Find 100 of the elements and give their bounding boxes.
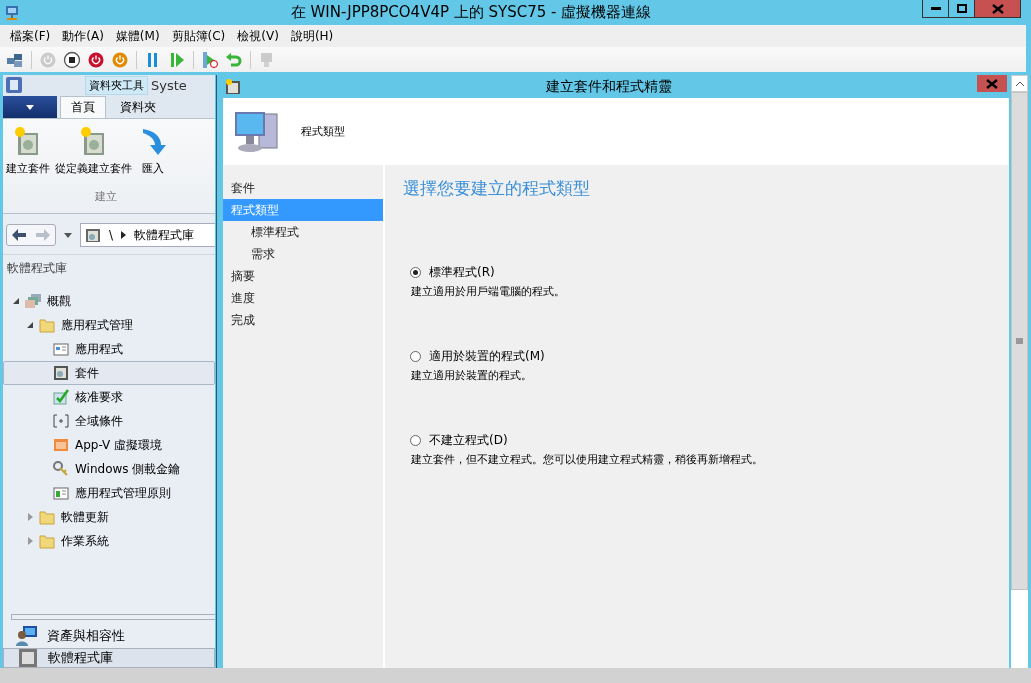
ribbon-button[interactable]: 從定義建立套件 [54, 125, 133, 189]
tree-item[interactable]: 核准要求 [3, 385, 215, 409]
breadcrumb-item[interactable]: \ [109, 228, 114, 242]
workspace-button[interactable]: 軟體程式庫 [3, 648, 215, 668]
address-bar[interactable]: \ 軟體程式庫 [80, 223, 215, 247]
page-heading: 選擇您要建立的程式類型 [403, 177, 591, 200]
radio-option[interactable]: 適用於裝置的程式(M) [403, 346, 991, 366]
package-icon [85, 227, 101, 243]
wizard-step: 套件 [223, 177, 383, 199]
back-arrow-icon [11, 228, 27, 242]
stop-icon [63, 50, 81, 69]
tree-item[interactable]: 軟體更新 [3, 505, 215, 529]
tree-label: 作業系統 [60, 532, 109, 550]
tree-item[interactable]: 全域條件 [3, 409, 215, 433]
forward-arrow-icon [35, 228, 51, 242]
tree-label: 應用程式 [74, 340, 123, 358]
section-title: 軟體程式庫 [3, 254, 215, 281]
radio-option[interactable]: 不建立程式(D) [403, 430, 991, 450]
tree-label: Windows 側載金鑰 [74, 460, 181, 478]
play-icon [168, 50, 186, 69]
ribbon-tab[interactable]: 首頁 [60, 96, 106, 118]
package-icon [16, 646, 40, 668]
group-label: 建立 [93, 189, 118, 204]
maximize-icon [956, 3, 967, 14]
ribbon-button[interactable]: 匯入 [136, 125, 170, 189]
tree-item[interactable]: 套件 [3, 361, 215, 385]
radio-button[interactable] [410, 434, 421, 446]
wizard-step: 需求 [223, 243, 383, 265]
wizard-step: 程式類型 [223, 199, 383, 221]
folder-icon [39, 533, 55, 549]
option-description: 建立適用於裝置的程式。 [410, 368, 533, 383]
caret-icon [64, 232, 72, 238]
menu-item[interactable]: 動作(A) [56, 27, 110, 45]
power-icon [39, 50, 57, 69]
tree-label: 應用程式管理原則 [74, 484, 171, 502]
person-computer-icon [15, 624, 39, 648]
menu-item[interactable]: 媒體(M) [109, 27, 166, 45]
ribbon-button[interactable]: 建立套件 [5, 125, 51, 189]
caret-icon [26, 104, 34, 110]
menu-item[interactable]: 檢視(V) [231, 27, 285, 45]
close-button[interactable] [975, 0, 1020, 17]
wizard-step: 完成 [223, 309, 383, 331]
window-icon [53, 485, 69, 501]
undo-arrow-icon [225, 50, 243, 69]
option-description: 建立適用於用戶端電腦的程式。 [410, 284, 566, 299]
option-description: 建立套件，但不建立程式。您可以使用建立程式精靈，稍後再新增程式。 [410, 452, 764, 467]
stacked-windows-icon [25, 293, 41, 309]
key-icon [53, 461, 69, 477]
play-clock-icon [201, 50, 219, 69]
tree-item[interactable]: App-V 虛擬環境 [3, 433, 215, 457]
menu-item[interactable]: 說明(H) [284, 27, 340, 45]
tree-item[interactable]: 應用程式 [3, 337, 215, 361]
folder-icon [39, 509, 55, 525]
close-icon [991, 3, 1004, 14]
ribbon-tab[interactable]: 資料夾 [109, 96, 167, 118]
arrow-right-icon [121, 231, 127, 239]
chevron-up-icon [1015, 81, 1024, 86]
breadcrumb-item[interactable]: 軟體程式庫 [134, 226, 195, 244]
tree-label: 核准要求 [74, 388, 123, 406]
scrollbar-thumb[interactable] [1011, 92, 1028, 590]
package-icon [53, 365, 69, 381]
folder-icon [39, 317, 55, 333]
brackets-icon [53, 413, 69, 429]
tree-item[interactable]: Windows 側載金鑰 [3, 457, 215, 481]
menu-item[interactable]: 剪貼簿(C) [165, 27, 232, 45]
menu-item[interactable]: 檔案(F) [4, 27, 57, 45]
workspace-button[interactable]: 資產與相容性 [3, 624, 215, 648]
tree-label: 軟體更新 [60, 508, 109, 526]
expanded-arrow-icon [13, 298, 19, 304]
collapsed-arrow-icon [27, 537, 33, 545]
tree-item[interactable]: 概觀 [3, 289, 215, 313]
page-title: 程式類型 [301, 124, 345, 139]
power-icon [87, 50, 105, 69]
tree-item[interactable]: 應用程式管理 [3, 313, 215, 337]
radio-button[interactable] [410, 350, 421, 362]
wizard-step: 進度 [223, 287, 383, 309]
tree-label: 全域條件 [74, 412, 123, 430]
tree-label: App-V 虛擬環境 [74, 436, 163, 454]
expanded-arrow-icon [27, 322, 33, 328]
scroll-up-button[interactable] [1011, 75, 1028, 92]
contextual-tab[interactable]: 資料夾工具 [85, 75, 148, 95]
tree-label: 概觀 [46, 292, 71, 310]
checkmark-icon [53, 389, 69, 405]
package-icon [225, 78, 241, 95]
radio-button[interactable] [410, 266, 421, 278]
power-icon [111, 50, 129, 69]
tree-label: 套件 [74, 364, 99, 382]
radio-option[interactable]: 標準程式(R) [403, 262, 991, 282]
close-button[interactable] [977, 75, 1007, 92]
grip-icon [1016, 338, 1023, 344]
minimize-icon [930, 7, 941, 10]
tree-item[interactable]: 應用程式管理原則 [3, 481, 215, 505]
tree-label: 應用程式管理 [60, 316, 133, 334]
monitor-icon [4, 4, 20, 21]
app-window-icon [53, 437, 69, 453]
window-icon [53, 341, 69, 357]
collapsed-arrow-icon [27, 513, 33, 521]
wizard-step: 標準程式 [223, 221, 383, 243]
tree-item[interactable]: 作業系統 [3, 529, 215, 553]
wizard-step: 摘要 [223, 265, 383, 287]
